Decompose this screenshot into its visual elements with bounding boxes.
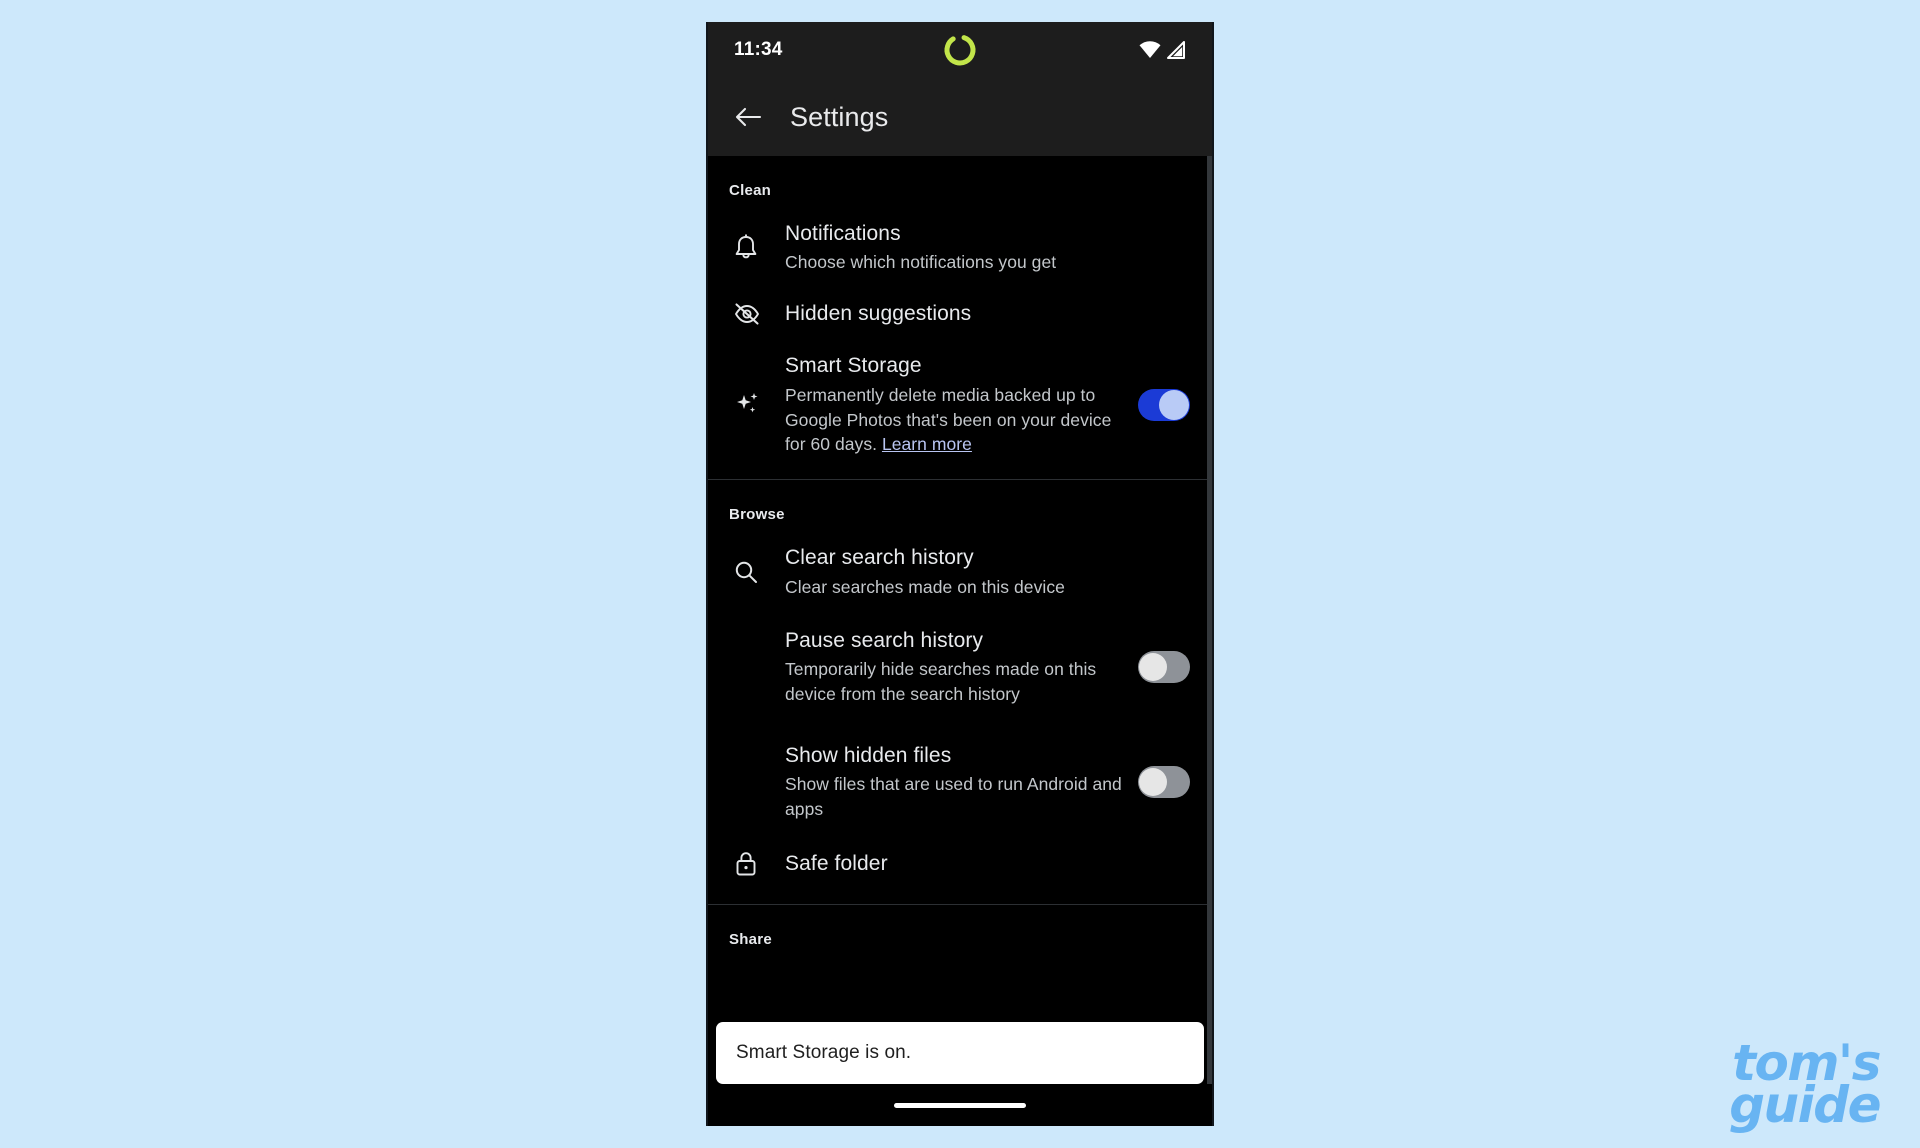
- row-clear-search-history[interactable]: Clear search history Clear searches made…: [708, 535, 1212, 609]
- row-title: Pause search history: [785, 628, 984, 652]
- row-show-hidden-files[interactable]: Show hidden files Show files that are us…: [708, 725, 1212, 840]
- search-icon: [729, 559, 785, 585]
- lock-icon: [729, 850, 785, 878]
- eye-off-icon: [729, 302, 785, 326]
- back-arrow-icon[interactable]: [734, 105, 762, 129]
- toggle-knob: [1139, 653, 1167, 682]
- row-notifications[interactable]: Notifications Choose which notifications…: [708, 211, 1212, 285]
- row-subtitle: Permanently delete media backed up to Go…: [785, 383, 1124, 458]
- section-header-browse: Browse: [729, 506, 785, 524]
- section-clean: Clean Notifications Choose which notific…: [708, 156, 1212, 480]
- status-bar-clock: 11:34: [734, 39, 783, 60]
- row-hidden-suggestions[interactable]: Hidden suggestions: [708, 285, 1212, 343]
- scrollbar[interactable]: [1207, 156, 1212, 1126]
- section-header-share: Share: [729, 930, 772, 948]
- bell-icon: [729, 234, 785, 262]
- status-bar: 11:34: [708, 22, 1212, 78]
- page-title: Settings: [790, 101, 889, 132]
- toggle-smart-storage[interactable]: [1138, 389, 1190, 422]
- toggle-knob: [1139, 768, 1167, 797]
- row-title: Notifications: [785, 222, 901, 245]
- snackbar-message: Smart Storage is on.: [736, 1042, 912, 1063]
- toggle-show-hidden-files[interactable]: [1138, 766, 1190, 799]
- row-subtitle: Clear searches made on this device: [785, 576, 1065, 597]
- loading-spinner-icon: [941, 31, 979, 69]
- row-title: Clear search history: [785, 546, 974, 570]
- toms-guide-watermark: tom's guide: [1729, 1038, 1881, 1134]
- phone-screen: 11:34 Settings Clean Notifications Choos…: [706, 22, 1214, 1126]
- cell-signal-icon: [1166, 41, 1186, 59]
- row-title: Safe folder: [785, 851, 888, 875]
- sparkle-icon: [729, 390, 785, 420]
- navigation-bar: [708, 1084, 1212, 1126]
- toggle-pause-search-history[interactable]: [1138, 651, 1190, 684]
- status-bar-icons: [1139, 41, 1186, 59]
- row-subtitle: Temporarily hide searches made on this d…: [785, 659, 1097, 704]
- row-title: Smart Storage: [785, 354, 922, 378]
- row-smart-storage[interactable]: Smart Storage Permanently delete media b…: [708, 343, 1212, 479]
- row-subtitle: Choose which notifications you get: [785, 252, 1057, 273]
- home-gesture-handle[interactable]: [894, 1102, 1026, 1108]
- wifi-icon: [1139, 41, 1161, 59]
- section-browse: Browse Clear search history Clear search…: [708, 479, 1212, 904]
- section-header-clean: Clean: [729, 182, 772, 199]
- settings-list[interactable]: Clean Notifications Choose which notific…: [708, 156, 1212, 1126]
- row-title: Hidden suggestions: [785, 302, 972, 326]
- toggle-knob: [1159, 390, 1189, 421]
- row-pause-search-history[interactable]: Pause search history Temporarily hide se…: [708, 610, 1212, 725]
- row-title: Show hidden files: [785, 743, 952, 767]
- snackbar-toast[interactable]: Smart Storage is on.: [716, 1022, 1204, 1084]
- row-safe-folder[interactable]: Safe folder: [708, 840, 1212, 904]
- row-subtitle: Show files that are used to run Android …: [785, 774, 1122, 820]
- watermark-line-2: guide: [1729, 1076, 1881, 1134]
- app-bar: Settings: [708, 78, 1212, 156]
- learn-more-link[interactable]: Learn more: [882, 434, 972, 454]
